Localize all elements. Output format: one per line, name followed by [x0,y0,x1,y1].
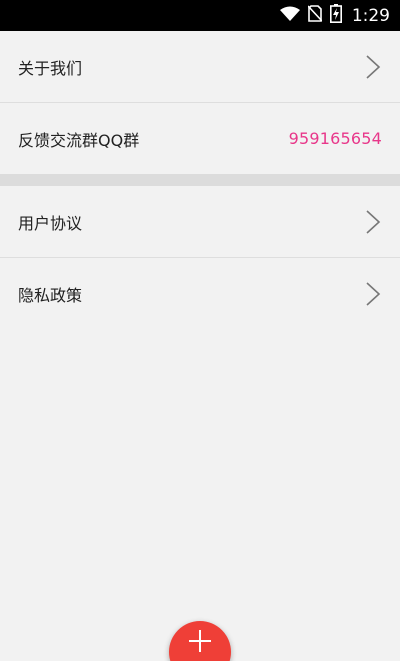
settings-item-label: 反馈交流群QQ群 [18,130,140,150]
status-time: 1:29 [351,5,390,26]
settings-item-label: 隐私政策 [18,285,83,305]
settings-item-feedback-qq-group[interactable]: 反馈交流群QQ群 959165654 [0,103,400,174]
wifi-icon [279,6,300,26]
chevron-right-icon [366,209,381,234]
settings-list: 关于我们 反馈交流群QQ群 959165654 用户协议 隐私政策 [0,31,400,329]
plus-icon [189,630,211,652]
section-separator [0,174,400,186]
chevron-right-icon [366,281,381,306]
settings-item-label: 关于我们 [18,58,83,78]
settings-item-user-agreement[interactable]: 用户协议 [0,186,400,257]
qq-group-number: 959165654 [288,129,382,148]
settings-item-privacy-policy[interactable]: 隐私政策 [0,258,400,329]
add-fab-button[interactable] [169,621,231,661]
settings-item-about-us[interactable]: 关于我们 [0,31,400,102]
no-sim-icon [307,5,323,26]
settings-item-label: 用户协议 [18,213,83,233]
chevron-right-icon [366,54,381,79]
battery-charging-icon [329,4,342,27]
status-bar: 1:29 [0,0,400,31]
